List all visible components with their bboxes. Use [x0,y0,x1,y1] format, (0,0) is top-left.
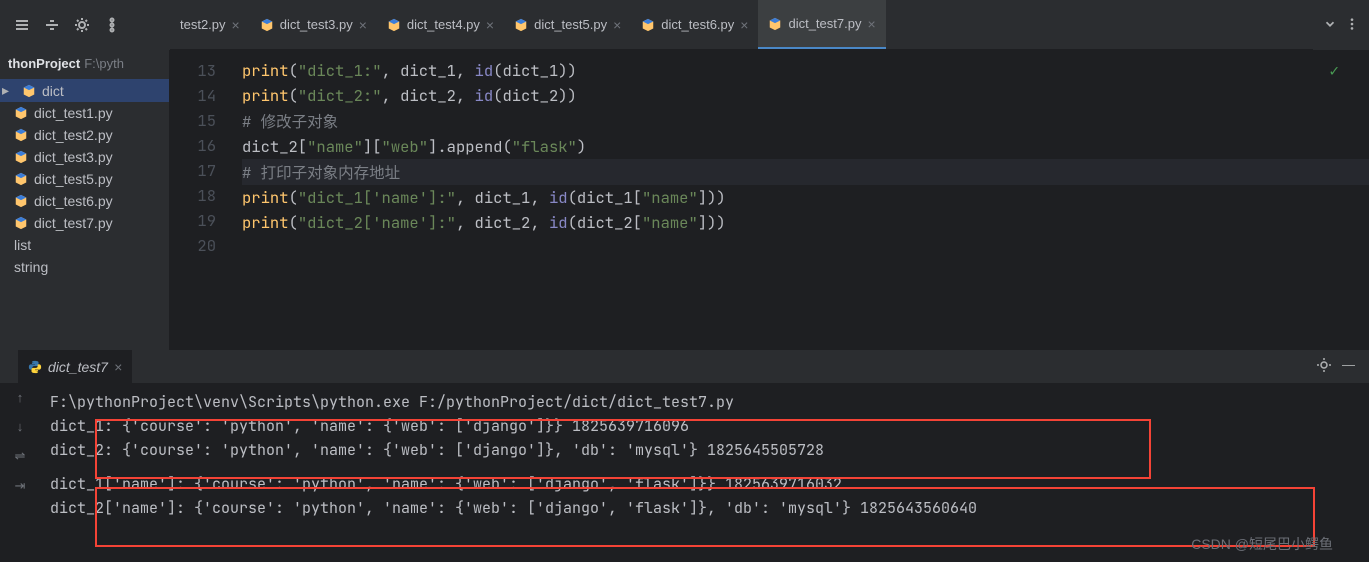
code-line[interactable]: dict_2["name"]["web"].append("flask") [242,134,1369,159]
minimize-icon[interactable]: — [1342,357,1355,376]
python-icon [14,106,28,120]
close-icon[interactable]: × [486,17,494,33]
code-line[interactable]: # 修改子对象 [242,108,1369,134]
editor-tab[interactable]: dict_test4.py× [377,0,504,49]
python-icon [14,216,28,230]
status-ok-icon: ✓ [1329,60,1339,81]
chevron-down-icon[interactable] [1323,17,1337,34]
highlight-box-2 [95,487,1315,547]
folder-icon [22,84,36,98]
python-icon [260,18,274,32]
file-item[interactable]: dict_test7.py [0,212,169,234]
gutter: 1314151617181920 [170,50,230,350]
close-icon[interactable]: × [613,17,621,33]
code-line[interactable] [242,235,1369,239]
python-icon [14,150,28,164]
menu-icon[interactable] [10,13,34,37]
project-root[interactable]: thonProject F:\pyth [0,50,169,77]
close-icon[interactable]: × [114,359,122,375]
more-icon[interactable] [1345,17,1359,34]
gear-icon[interactable] [1316,357,1332,376]
code-area[interactable]: print("dict_1:", dict_1, id(dict_1))prin… [230,50,1369,350]
file-item[interactable]: dict_test6.py [0,190,169,212]
file-item[interactable]: dict_test2.py [0,124,169,146]
down-icon[interactable]: ↓ [17,419,24,434]
close-icon[interactable]: × [359,17,367,33]
kebab-icon[interactable] [100,13,124,37]
close-icon[interactable]: × [740,17,748,33]
file-item[interactable]: list [0,234,169,256]
python-icon [28,360,42,374]
code-line[interactable]: print("dict_2['name']:", dict_2, id(dict… [242,210,1369,235]
watermark: CSDN @短尾巴小鳄鱼 [1191,534,1333,554]
python-icon [14,194,28,208]
editor-tab[interactable]: dict_test6.py× [631,0,758,49]
code-line[interactable]: print("dict_1:", dict_1, id(dict_1)) [242,58,1369,83]
chevron-icon: ▸ [2,82,16,99]
folder-item[interactable]: ▸dict [0,79,169,102]
close-icon[interactable]: × [232,17,240,33]
file-item[interactable]: dict_test1.py [0,102,169,124]
editor-tab[interactable]: dict_test7.py× [758,0,885,49]
wrap-icon[interactable]: ⇌ [15,448,26,464]
python-icon [14,128,28,142]
editor-tab[interactable]: dict_test5.py× [504,0,631,49]
run-panel: dict_test7 × — ↑ ↓ ⇌ ⇥ F:\pythonProject\… [0,350,1369,562]
file-item[interactable]: dict_test5.py [0,168,169,190]
console-output[interactable]: F:\pythonProject\venv\Scripts\python.exe… [40,384,1369,562]
code-line[interactable]: print("dict_1['name']:", dict_1, id(dict… [242,185,1369,210]
close-icon[interactable]: × [867,16,875,32]
python-icon [387,18,401,32]
highlight-box-1 [95,419,1151,479]
project-sidebar: thonProject F:\pyth ▸dictdict_test1.pydi… [0,50,170,350]
code-editor[interactable]: 1314151617181920 print("dict_1:", dict_1… [170,50,1369,350]
console-line: F:\pythonProject\venv\Scripts\python.exe… [50,390,1359,414]
python-icon [768,17,782,31]
gear-icon[interactable] [70,13,94,37]
editor-tab[interactable]: test2.py× [170,0,250,49]
run-toolbar: ↑ ↓ ⇌ ⇥ [0,384,40,562]
code-line[interactable]: print("dict_2:", dict_2, id(dict_2)) [242,83,1369,108]
scroll-icon[interactable]: ⇥ [15,478,26,494]
up-icon[interactable]: ↑ [17,390,24,405]
run-tab[interactable]: dict_test7 × [18,350,132,383]
tab-actions [1313,0,1369,50]
python-icon [14,172,28,186]
file-item[interactable]: dict_test3.py [0,146,169,168]
project-toolbar [0,0,170,50]
code-line[interactable]: # 打印子对象内存地址 [242,159,1369,185]
file-item[interactable]: string [0,256,169,278]
python-icon [641,18,655,32]
python-icon [514,18,528,32]
editor-tabs: test2.py×dict_test3.py×dict_test4.py×dic… [170,0,1313,50]
editor-tab[interactable]: dict_test3.py× [250,0,377,49]
divider-icon[interactable] [40,13,64,37]
